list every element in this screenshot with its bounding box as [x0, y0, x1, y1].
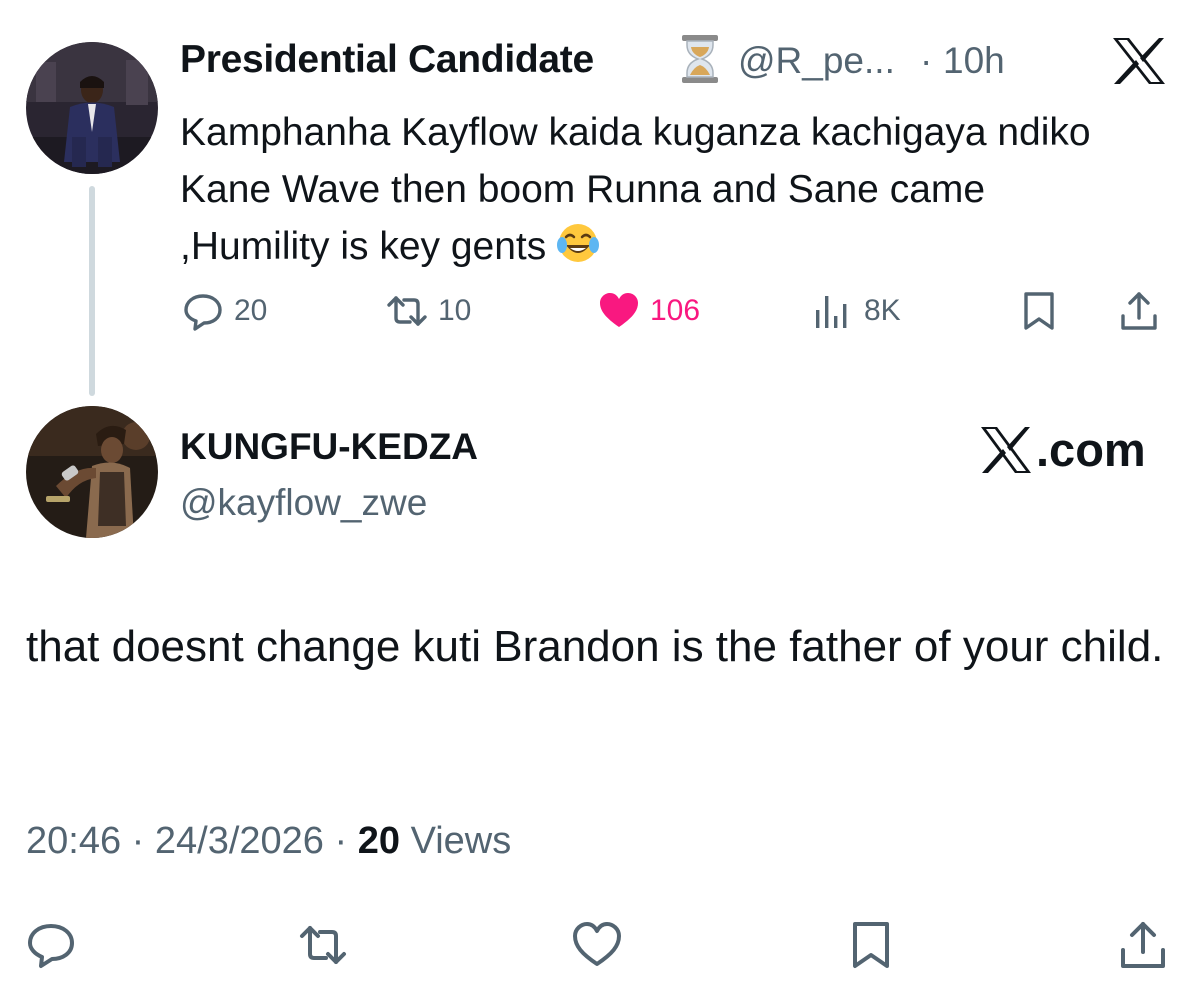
parent-display-name[interactable]: Presidential Candidate	[180, 38, 594, 82]
share-icon[interactable]	[1118, 920, 1168, 970]
heart-filled-icon	[600, 293, 638, 327]
like-count-button[interactable]: 106	[598, 290, 700, 332]
reply-icon[interactable]	[26, 920, 76, 970]
heart-icon[interactable]	[572, 920, 622, 970]
reply-tweet-text: that doesnt change kuti Brandon is the f…	[26, 622, 1164, 671]
analytics-bars-icon	[816, 296, 847, 328]
tweet-action-bar	[0, 916, 1200, 976]
separator-dot: ·	[334, 820, 348, 862]
tweet-meta: 20:46 · 24/3/2026 · 20 Views	[26, 820, 511, 863]
x-logo-icon	[1110, 36, 1168, 86]
reply-handle[interactable]: @kayflow_zwe	[180, 482, 427, 524]
tweet-date[interactable]: 24/3/2026	[155, 820, 324, 862]
parent-tweet-text-content: Kamphanha Kayflow kaida kuganza kachigay…	[180, 111, 1091, 268]
bookmark-icon	[1024, 292, 1054, 330]
share-icon	[1121, 292, 1157, 330]
x-com-brand: .com	[978, 422, 1146, 477]
reply-display-name[interactable]: KUNGFU-KEDZA	[180, 426, 478, 468]
repost-count-button[interactable]: 10	[386, 290, 471, 332]
separator-dot: ·	[131, 820, 145, 862]
views-count-button[interactable]: 8K	[812, 290, 901, 332]
views-label: Views	[410, 820, 512, 862]
share-button[interactable]	[1118, 290, 1160, 332]
hourglass-icon	[676, 33, 724, 85]
parent-avatar[interactable]	[26, 42, 158, 174]
thread-connector-line	[89, 186, 95, 396]
reply-avatar[interactable]	[26, 406, 158, 538]
bookmark-icon[interactable]	[846, 920, 896, 970]
tweet-time[interactable]: 20:46	[26, 820, 121, 862]
brand-domain-label: .com	[1036, 423, 1146, 476]
laughing-tears-emoji-icon	[556, 221, 600, 265]
separator-dot: ·	[920, 40, 933, 81]
reply-count-button[interactable]: 20	[182, 290, 267, 332]
repost-count: 10	[438, 294, 472, 327]
like-count: 106	[650, 294, 701, 327]
views-number: 20	[357, 820, 400, 862]
parent-tweet-text: Kamphanha Kayflow kaida kuganza kachigay…	[180, 104, 1140, 275]
reply-icon	[184, 294, 222, 331]
repost-icon	[387, 296, 427, 326]
views-count: 8K	[864, 294, 901, 327]
x-logo-icon	[981, 426, 1031, 473]
bookmark-button[interactable]	[1018, 290, 1060, 332]
parent-timestamp[interactable]: 10h	[943, 40, 1005, 82]
parent-handle[interactable]: @R_pe...	[738, 40, 895, 82]
repost-icon[interactable]	[298, 920, 348, 970]
reply-count: 20	[234, 294, 268, 327]
